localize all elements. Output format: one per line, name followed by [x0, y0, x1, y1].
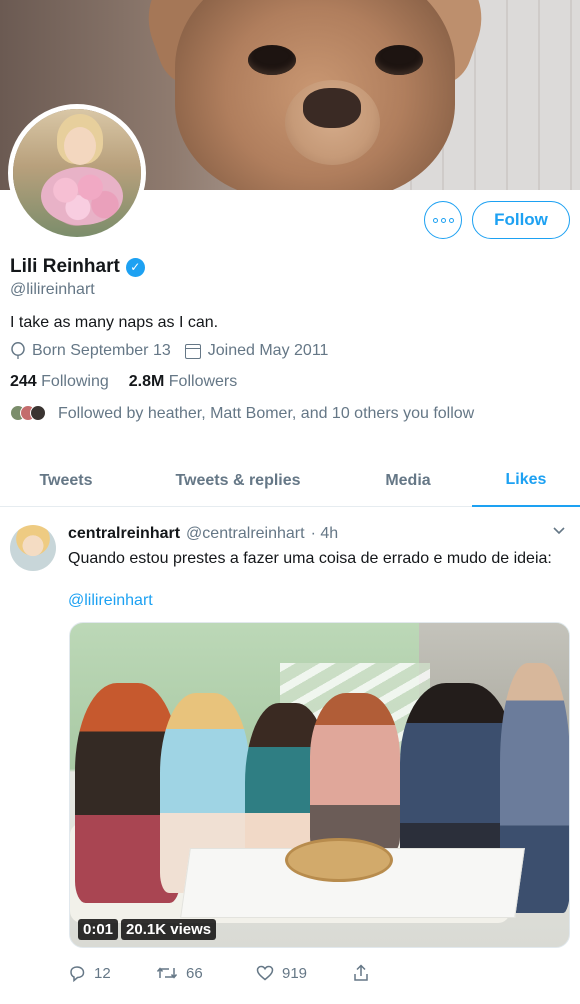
- tweet[interactable]: centralreinhart @centralreinhart · 4h Qu…: [0, 508, 580, 1004]
- following-label: Following: [41, 373, 109, 390]
- profile-bio: I take as many naps as I can.: [10, 314, 219, 331]
- retweet-button[interactable]: 66: [156, 965, 256, 982]
- banner-dog-eye: [375, 45, 423, 75]
- reply-count: 12: [94, 964, 111, 982]
- mini-avatar: [30, 405, 46, 421]
- tweet-time[interactable]: · 4h: [311, 525, 339, 543]
- tweet-text: Quando estou prestes a fazer uma coisa d…: [68, 550, 552, 567]
- avatar-face: [64, 127, 96, 165]
- followers-count: 2.8M: [128, 373, 165, 390]
- profile-tabs: Tweets Tweets & replies Media Likes: [0, 455, 580, 507]
- tweet-video[interactable]: 0:01 20.1K views: [69, 622, 570, 948]
- tweet-author-avatar[interactable]: [10, 525, 56, 571]
- profile-stats: 244 Following 2.8M Followers: [10, 373, 237, 391]
- followers-label: Followers: [168, 373, 238, 390]
- video-info-badge: 0:01 20.1K views: [78, 919, 217, 940]
- retweet-icon: [156, 967, 178, 979]
- profile-name: Lili Reinhart: [10, 256, 120, 277]
- calendar-icon: [184, 343, 201, 359]
- tab-likes[interactable]: Likes: [472, 455, 580, 507]
- joined-text: Joined May 2011: [207, 342, 329, 359]
- tweet-mention-link[interactable]: @lilireinhart: [68, 592, 153, 610]
- video-person: [310, 693, 400, 853]
- reply-icon: [70, 965, 85, 982]
- banner-dog-eye: [248, 45, 296, 75]
- follow-button[interactable]: Follow: [472, 201, 570, 239]
- following-link[interactable]: 244 Following: [10, 373, 109, 391]
- followers-you-know-avatars: [10, 405, 46, 421]
- banner-dog-nose: [303, 88, 361, 128]
- heart-icon: [256, 965, 274, 981]
- followed-by-text: Followed by heather, Matt Bomer, and 10 …: [58, 405, 475, 422]
- share-icon: [354, 964, 368, 981]
- followed-by-row[interactable]: Followed by heather, Matt Bomer, and 10 …: [10, 404, 550, 424]
- tweet-author-handle[interactable]: @centralreinhart: [186, 525, 305, 543]
- avatar-flowers: [41, 167, 123, 225]
- more-icon: [432, 217, 454, 223]
- birthday-text: Born September 13: [32, 342, 171, 359]
- profile-name-row: Lili Reinhart ✓: [10, 256, 145, 278]
- more-options-button[interactable]: [424, 201, 462, 239]
- video-duration: 0:01: [78, 919, 119, 940]
- video-bowl: [285, 838, 393, 882]
- like-button[interactable]: 919: [256, 965, 352, 982]
- tweet-actions: 12 66 919: [68, 964, 370, 982]
- share-button[interactable]: [352, 964, 370, 982]
- followers-link[interactable]: 2.8M Followers: [129, 373, 238, 391]
- tab-tweets-replies[interactable]: Tweets & replies: [132, 455, 344, 507]
- profile-avatar[interactable]: [8, 104, 146, 242]
- profile-meta: Born September 13 Joined May 2011: [10, 342, 328, 360]
- tab-tweets[interactable]: Tweets: [0, 455, 132, 507]
- tab-media[interactable]: Media: [344, 455, 472, 507]
- profile-handle: @lilireinhart: [10, 281, 95, 298]
- balloon-icon: [11, 342, 25, 359]
- like-count: 919: [282, 964, 308, 982]
- reply-button[interactable]: 12: [68, 965, 156, 982]
- verified-badge-icon: ✓: [125, 257, 145, 277]
- chevron-down-icon[interactable]: [552, 526, 566, 536]
- tweet-author-name[interactable]: centralreinhart: [68, 525, 180, 543]
- tweet-header: centralreinhart @centralreinhart · 4h: [68, 525, 338, 543]
- video-views: 20.1K views: [121, 919, 217, 940]
- following-count: 244: [10, 373, 37, 390]
- retweet-count: 66: [186, 964, 203, 982]
